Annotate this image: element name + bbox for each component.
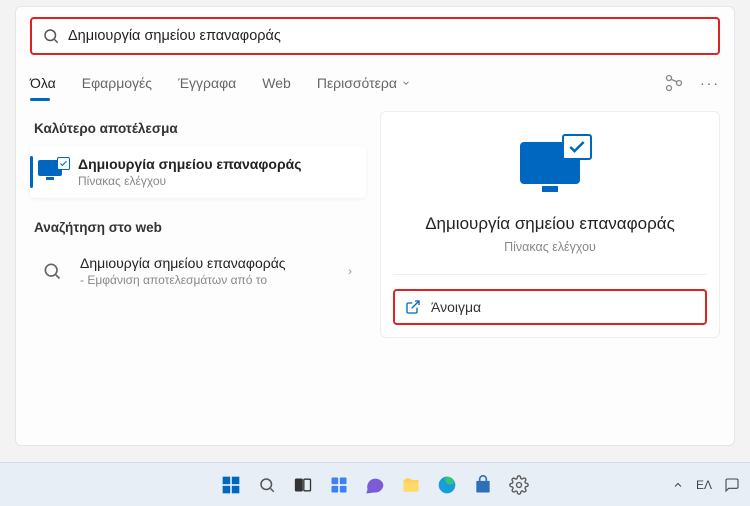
- preview-subtitle: Πίνακας ελέγχου: [393, 240, 707, 254]
- search-bar[interactable]: [30, 17, 720, 55]
- task-view-icon[interactable]: [290, 472, 316, 498]
- settings-icon[interactable]: [506, 472, 532, 498]
- result-title: Δημιουργία σημείου επαναφοράς: [78, 156, 302, 172]
- language-indicator[interactable]: ΕΛ: [696, 478, 712, 492]
- chat-icon[interactable]: [362, 472, 388, 498]
- search-icon: [42, 27, 60, 45]
- tab-web[interactable]: Web: [262, 75, 291, 91]
- restore-point-icon: [38, 160, 66, 184]
- tab-all[interactable]: Όλα: [30, 75, 56, 91]
- best-match-heading: Καλύτερο αποτέλεσμα: [34, 121, 362, 136]
- result-create-restore-point[interactable]: Δημιουργία σημείου επαναφοράς Πίνακας ελ…: [30, 146, 366, 198]
- restore-point-icon-large: [520, 142, 580, 184]
- result-web-title: Δημιουργία σημείου επαναφοράς: [80, 255, 286, 271]
- notifications-icon[interactable]: [724, 477, 740, 493]
- chevron-down-icon: [401, 78, 411, 88]
- tray-chevron-icon[interactable]: [672, 479, 684, 491]
- more-options-icon[interactable]: ···: [700, 75, 720, 91]
- preview-title: Δημιουργία σημείου επαναφοράς: [393, 214, 707, 234]
- open-icon: [405, 299, 421, 315]
- search-taskbar-icon[interactable]: [254, 472, 280, 498]
- open-button[interactable]: Άνοιγμα: [393, 289, 707, 325]
- graph-icon[interactable]: [664, 73, 684, 93]
- result-web-search[interactable]: Δημιουργία σημείου επαναφοράς - Εμφάνιση…: [30, 245, 366, 297]
- result-web-subtitle: - Εμφάνιση αποτελεσμάτων από το: [80, 273, 286, 287]
- store-icon[interactable]: [470, 472, 496, 498]
- tab-apps[interactable]: Εφαρμογές: [82, 75, 152, 91]
- result-subtitle: Πίνακας ελέγχου: [78, 174, 302, 188]
- chevron-right-icon: ›: [342, 264, 358, 278]
- tab-documents[interactable]: Έγγραφα: [178, 75, 236, 91]
- edge-icon[interactable]: [434, 472, 460, 498]
- search-input[interactable]: [68, 28, 718, 44]
- explorer-icon[interactable]: [398, 472, 424, 498]
- start-button[interactable]: [218, 472, 244, 498]
- preview-pane: Δημιουργία σημείου επαναφοράς Πίνακας ελ…: [380, 111, 720, 338]
- open-label: Άνοιγμα: [431, 299, 481, 315]
- web-search-heading: Αναζήτηση στο web: [34, 220, 362, 235]
- taskbar: ΕΛ: [0, 462, 750, 506]
- tab-more[interactable]: Περισσότερα: [317, 75, 411, 91]
- widgets-icon[interactable]: [326, 472, 352, 498]
- search-icon: [42, 261, 62, 281]
